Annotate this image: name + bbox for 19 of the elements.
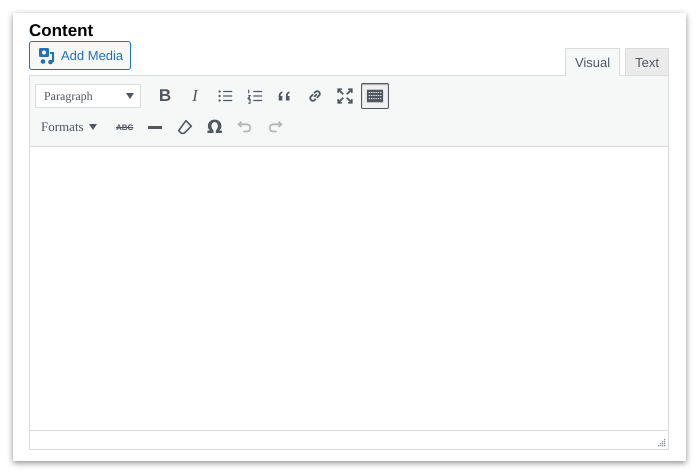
media-icon [38,46,56,64]
resize-handle-icon[interactable] [657,438,666,447]
italic-button[interactable]: I [181,83,209,109]
bold-button[interactable]: B [151,83,179,109]
caret-icon [88,124,97,130]
numbered-list-icon [246,87,264,105]
section-heading: Content [29,21,94,41]
editor-tab[interactable]: Visual [564,48,620,76]
eraser-icon [176,118,194,136]
toolbar-toggle-button[interactable] [361,83,389,109]
paragraph-select[interactable]: Paragraph [35,84,141,108]
formats-menu[interactable]: Formats [35,114,103,140]
special-character-button[interactable]: Ω [200,114,229,140]
add-media-button[interactable]: Add Media [29,41,132,70]
caret-icon [126,93,134,99]
strikethrough-button[interactable]: ABC [110,114,139,140]
fullscreen-icon [336,87,354,105]
editor-tab[interactable]: Text [625,48,669,75]
keyboard-icon [366,87,384,105]
